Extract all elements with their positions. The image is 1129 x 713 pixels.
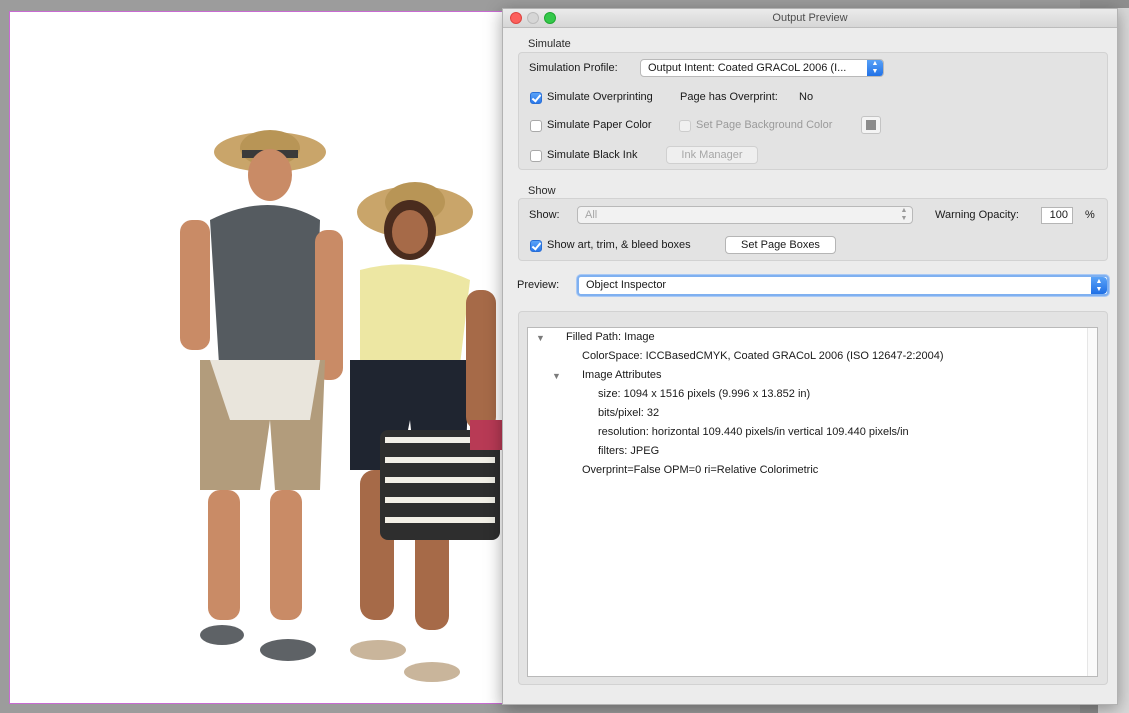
simulate-paper-color-label[interactable]: Simulate Paper Color [547, 119, 652, 131]
tree-row-colorspace: ColorSpace: ICCBasedCMYK, Coated GRACoL … [582, 350, 944, 362]
show-group-label: Show [528, 185, 556, 197]
output-preview-window: Output Preview Simulate Simulation Profi… [502, 8, 1118, 705]
set-page-background-checkbox[interactable] [679, 120, 691, 132]
page-overprint-label: Page has Overprint: [680, 91, 778, 103]
woman-figure [350, 182, 510, 682]
window-title: Output Preview [772, 12, 848, 24]
chevron-updown-icon: ▲ ▼ [1091, 277, 1107, 294]
simulate-black-ink-label[interactable]: Simulate Black Ink [547, 149, 637, 161]
tree-row-filters: filters: JPEG [598, 445, 660, 457]
set-page-background-label: Set Page Background Color [696, 119, 833, 131]
ink-manager-button[interactable]: Ink Manager [666, 146, 758, 164]
chevron-updown-icon: ▲ ▼ [867, 60, 883, 76]
simulate-paper-color-checkbox[interactable] [530, 120, 542, 132]
chevron-updown-icon: ▲ ▼ [900, 207, 908, 222]
inspector-scrollbar[interactable] [1087, 328, 1097, 676]
placed-photo-image[interactable] [170, 120, 510, 700]
tree-row-overprint: Overprint=False OPM=0 ri=Relative Colori… [582, 464, 819, 476]
simulation-profile-label: Simulation Profile: [529, 62, 618, 74]
tree-row-bits-per-pixel: bits/pixel: 32 [598, 407, 660, 419]
page-background-color-swatch[interactable] [861, 116, 881, 134]
preview-select[interactable]: Object Inspector ▲ ▼ [577, 275, 1109, 296]
tree-row-resolution: resolution: horizontal 109.440 pixels/in… [598, 426, 909, 438]
man-figure [180, 130, 343, 661]
page-overprint-value: No [799, 91, 814, 103]
show-select[interactable]: All ▲ ▼ [577, 206, 913, 224]
warning-opacity-input[interactable]: 100 [1041, 207, 1073, 224]
preview-select-value: Object Inspector [586, 279, 667, 291]
simulate-overprinting-checkbox[interactable] [530, 92, 542, 104]
object-inspector-panel[interactable]: ▼ Filled Path: Image ColorSpace: ICCBase… [527, 327, 1098, 677]
preview-label: Preview: [517, 279, 560, 291]
percent-label: % [1085, 209, 1095, 221]
simulate-group-label: Simulate [528, 38, 571, 50]
show-label: Show: [529, 209, 560, 221]
title-bar[interactable]: Output Preview [503, 9, 1117, 28]
show-select-value: All [585, 209, 598, 221]
simulate-overprinting-label[interactable]: Simulate Overprinting [547, 91, 653, 103]
disclosure-triangle-icon[interactable]: ▼ [552, 371, 561, 381]
show-boxes-label[interactable]: Show art, trim, & bleed boxes [547, 239, 691, 251]
show-boxes-checkbox[interactable] [530, 240, 542, 252]
color-swatch-icon [866, 120, 876, 130]
simulation-profile-select[interactable]: Output Intent: Coated GRACoL 2006 (I... … [640, 59, 884, 77]
tree-row-filled-path[interactable]: Filled Path: Image [566, 331, 655, 343]
disclosure-triangle-icon[interactable]: ▼ [536, 333, 545, 343]
set-page-boxes-button[interactable]: Set Page Boxes [725, 236, 836, 254]
tree-row-image-attributes[interactable]: Image Attributes [582, 369, 662, 381]
simulate-black-ink-checkbox[interactable] [530, 150, 542, 162]
simulation-profile-value: Output Intent: Coated GRACoL 2006 (I... [648, 62, 847, 74]
tree-row-size: size: 1094 x 1516 pixels (9.996 x 13.852… [598, 388, 811, 400]
warning-opacity-label: Warning Opacity: [935, 209, 1019, 221]
